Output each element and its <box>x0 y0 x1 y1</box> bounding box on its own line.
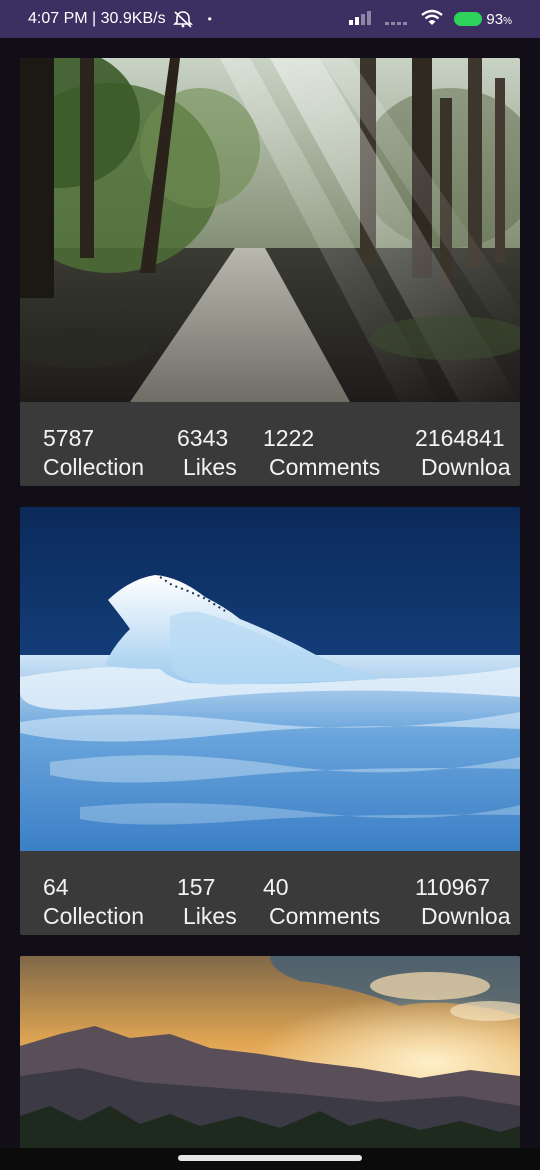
battery-icon <box>454 12 483 26</box>
mute-icon <box>172 10 194 28</box>
likes-count: 6343 <box>177 425 229 451</box>
collection-stat[interactable]: 64 Collection <box>43 873 144 931</box>
battery-label: 93% <box>486 11 512 28</box>
navigation-bar <box>0 1148 540 1170</box>
battery-percent: 93 <box>486 10 504 28</box>
collection-stat[interactable]: 5787 Collection <box>43 424 144 482</box>
comments-label: Comments <box>269 903 381 929</box>
likes-label: Likes <box>183 903 237 929</box>
wallpaper-image-forest[interactable] <box>20 58 520 402</box>
signal-icon <box>348 10 374 29</box>
wallpaper-image-sunset[interactable] <box>20 956 520 1148</box>
status-right: 93% <box>348 0 512 38</box>
collection-count: 64 <box>43 874 69 900</box>
downloads-stat[interactable]: 110967 Downloa <box>415 873 511 931</box>
likes-label: Likes <box>183 454 237 480</box>
comments-count: 40 <box>263 874 289 900</box>
wifi-icon <box>420 9 444 30</box>
comments-label: Comments <box>269 454 381 480</box>
battery-unit: % <box>503 15 512 27</box>
collection-label: Collection <box>43 454 144 480</box>
wallpaper-card[interactable]: 5787 Collection 6343 Likes 1222 Comments… <box>20 58 520 486</box>
battery-indicator: 93% <box>454 11 512 28</box>
collection-label: Collection <box>43 903 144 929</box>
likes-count: 157 <box>177 874 216 900</box>
notification-dot: • <box>207 12 212 26</box>
card-stats: 64 Collection 157 Likes 40 Comments 1109… <box>20 851 520 935</box>
comments-stat[interactable]: 40 Comments <box>263 873 380 931</box>
wallpaper-card[interactable]: 64 Collection 157 Likes 40 Comments 1109… <box>20 507 520 935</box>
status-left: 4:07 PM | 30.9KB/s • <box>28 0 212 38</box>
downloads-label: Downloa <box>421 454 511 480</box>
home-indicator[interactable] <box>178 1155 362 1161</box>
status-time: 4:07 PM | 30.9KB/s <box>28 10 166 27</box>
downloads-stat[interactable]: 2164841 Downloa <box>415 424 511 482</box>
collection-count: 5787 <box>43 425 95 451</box>
status-bar: 4:07 PM | 30.9KB/s • 93% <box>0 0 540 38</box>
comments-stat[interactable]: 1222 Comments <box>263 424 380 482</box>
downloads-label: Downloa <box>421 903 511 929</box>
downloads-count: 2164841 <box>415 425 505 451</box>
likes-stat[interactable]: 6343 Likes <box>177 424 237 482</box>
signal-secondary-icon <box>384 10 410 29</box>
card-stats: 5787 Collection 6343 Likes 1222 Comments… <box>20 402 520 486</box>
comments-count: 1222 <box>263 425 315 451</box>
downloads-count: 110967 <box>415 874 491 900</box>
wallpaper-image-iceberg[interactable] <box>20 507 520 851</box>
likes-stat[interactable]: 157 Likes <box>177 873 237 931</box>
